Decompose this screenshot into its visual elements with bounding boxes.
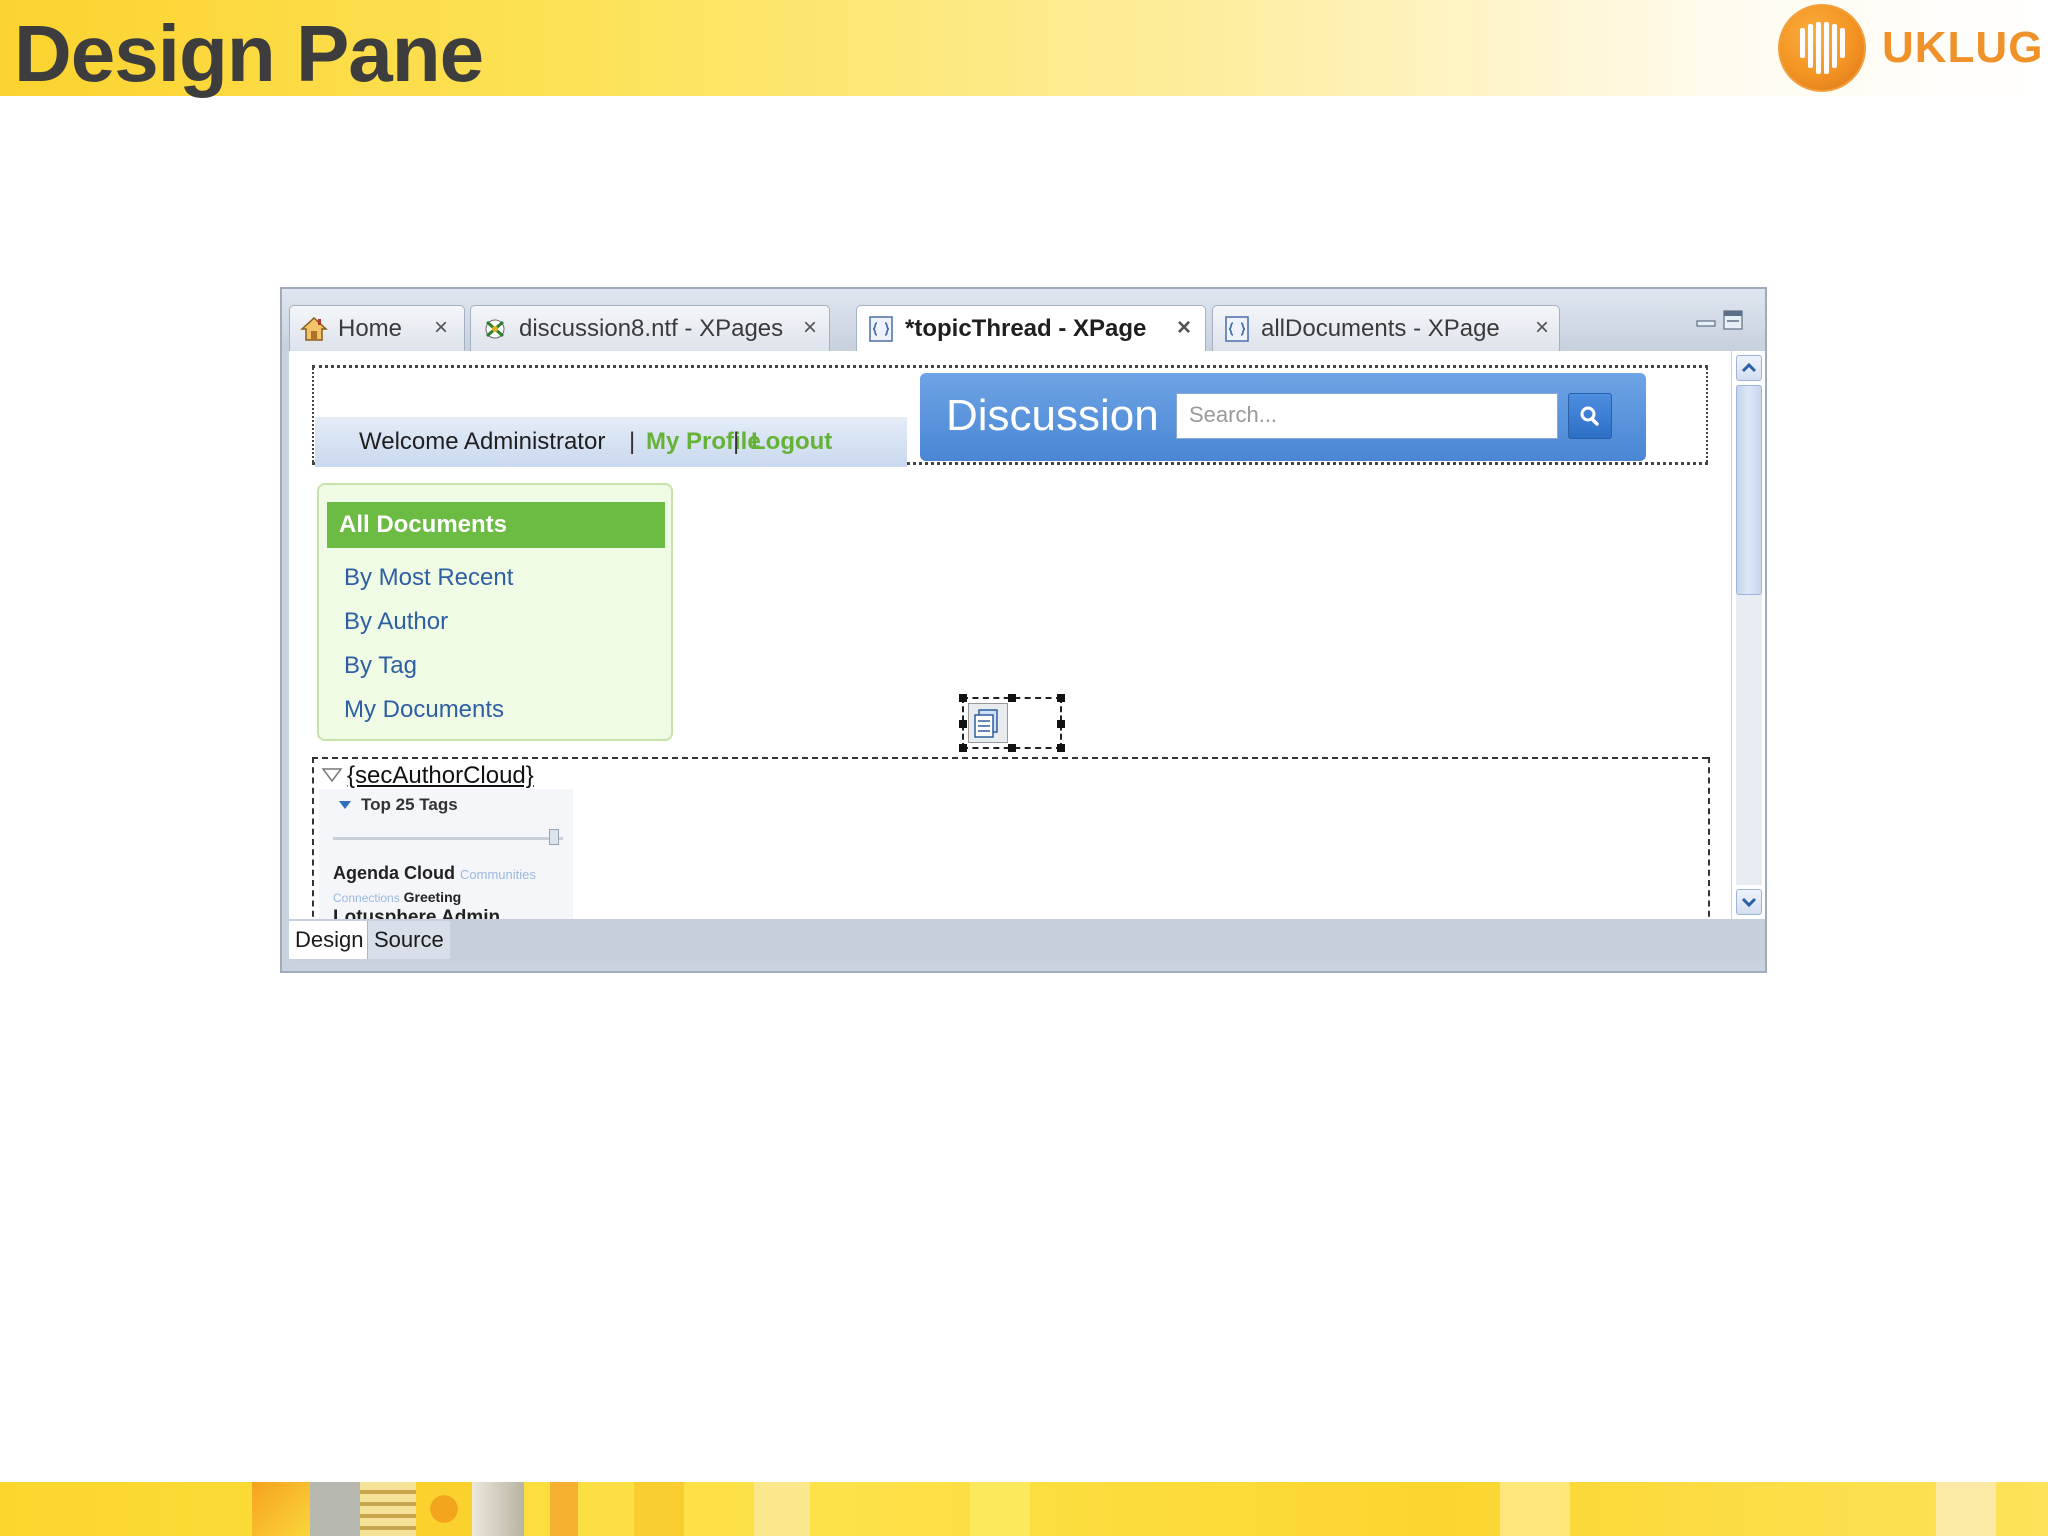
resize-handle[interactable] [1008, 744, 1016, 752]
tab-topic-thread[interactable]: *topicThread - XPage × [856, 305, 1206, 353]
maximize-icon[interactable] [1722, 309, 1744, 331]
decor-block [970, 1482, 1030, 1536]
navigation-panel: All Documents By Most Recent By Author B… [317, 483, 673, 741]
logout-link[interactable]: Logout [751, 417, 832, 467]
tab-label: Home [338, 315, 403, 342]
decor-block [360, 1482, 416, 1536]
design-canvas[interactable]: Welcome Administrator | My Profile | Log… [289, 351, 1731, 919]
section-border [312, 757, 314, 919]
resize-handle[interactable] [1057, 694, 1065, 702]
xpage-icon [1225, 316, 1249, 342]
section-border [312, 757, 1708, 759]
chevron-down-icon [1741, 897, 1757, 908]
logo-circle-icon [1778, 4, 1866, 92]
chevron-up-icon [1741, 362, 1757, 373]
decor-block [416, 1482, 472, 1536]
slide-header: Design Pane UKLUG [0, 0, 2048, 98]
section-author-cloud[interactable]: {secAuthorCloud} [321, 761, 534, 791]
xpages-editor-window: Home × discussion8.ntf - XPages × *topic… [280, 287, 1767, 973]
tag-line: Agenda Cloud Communities [333, 863, 536, 884]
tab-home[interactable]: Home × [289, 305, 465, 351]
tab-label: *topicThread - XPage [905, 315, 1147, 342]
search-button[interactable] [1568, 393, 1612, 439]
home-icon [300, 316, 328, 341]
tag-link[interactable]: Lotusphere Admin [333, 907, 500, 919]
scroll-up-button[interactable] [1736, 355, 1762, 381]
decor-block [472, 1482, 524, 1536]
minimize-icon[interactable] [1695, 309, 1717, 331]
close-icon[interactable]: × [799, 314, 821, 342]
tag-cloud-panel: Top 25 Tags Agenda Cloud Communities Con… [319, 789, 573, 919]
scroll-down-button[interactable] [1736, 889, 1762, 915]
decor-block [1500, 1482, 1570, 1536]
separator: | [629, 428, 636, 455]
resize-handle[interactable] [1008, 694, 1016, 702]
xpages-app-icon [485, 319, 505, 339]
welcome-bar: Welcome Administrator | My Profile | Log… [315, 417, 907, 467]
resize-handle[interactable] [1057, 744, 1065, 752]
nav-item-by-tag[interactable]: By Tag [344, 651, 417, 681]
separator: | [733, 428, 740, 455]
tag-slider-handle[interactable] [549, 829, 559, 845]
tab-design[interactable]: Design [289, 921, 370, 959]
tab-discussion-app[interactable]: discussion8.ntf - XPages × [470, 305, 830, 351]
search-icon [1580, 406, 1599, 426]
tab-source[interactable]: Source [367, 921, 450, 959]
decorative-footer-strip [0, 1482, 2048, 1536]
tag-link[interactable]: Greeting [404, 889, 462, 905]
decor-block [310, 1482, 360, 1536]
slide-title: Design Pane [14, 9, 484, 98]
search-input[interactable]: Search... [1176, 393, 1558, 439]
collapse-triangle-icon[interactable] [321, 767, 343, 783]
decor-block [1936, 1482, 1996, 1536]
discussion-banner: Discussion Search... [920, 373, 1646, 461]
tag-line: Connections Greeting [333, 889, 461, 905]
documents-icon [974, 709, 998, 738]
logo-text: UKLUG [1882, 23, 2044, 72]
decor-block [634, 1482, 684, 1536]
uklug-logo: UKLUG [1778, 4, 2044, 92]
decor-block [550, 1482, 578, 1536]
nav-item-by-most-recent[interactable]: By Most Recent [344, 563, 513, 593]
section-border [1708, 757, 1710, 919]
nav-item-my-documents[interactable]: My Documents [344, 695, 504, 725]
nav-item-all-documents[interactable]: All Documents [327, 502, 665, 548]
editor-mode-tabs: Design Source [289, 919, 1765, 961]
logo-bars-icon [1800, 22, 1845, 74]
tag-link[interactable]: Connections [333, 891, 400, 905]
scrollbar-thumb[interactable] [1736, 385, 1762, 595]
editor-tab-bar: Home × discussion8.ntf - XPages × *topic… [282, 289, 1765, 353]
nav-item-by-author[interactable]: By Author [344, 607, 448, 637]
close-icon[interactable]: × [1531, 314, 1553, 342]
resize-handle[interactable] [1057, 720, 1065, 728]
section-label: {secAuthorCloud} [347, 762, 534, 789]
tag-line: Lotusphere Admin [333, 907, 500, 919]
chevron-down-icon[interactable] [339, 801, 351, 809]
tab-all-documents[interactable]: allDocuments - XPage × [1212, 305, 1560, 351]
resize-handle[interactable] [959, 744, 967, 752]
view-control-icon [968, 703, 1008, 743]
tab-label: discussion8.ntf - XPages [519, 315, 784, 342]
resize-handle[interactable] [959, 720, 967, 728]
decor-block [754, 1482, 810, 1536]
resize-handle[interactable] [959, 694, 967, 702]
close-icon[interactable]: × [430, 314, 452, 342]
tab-label: allDocuments - XPage [1261, 315, 1500, 342]
selected-control[interactable] [959, 694, 1065, 752]
xpage-icon [869, 316, 893, 342]
tag-link[interactable]: Agenda Cloud [333, 863, 455, 883]
welcome-text: Welcome Administrator [359, 428, 606, 455]
my-profile-link[interactable]: My Profile [646, 417, 761, 467]
discussion-title: Discussion [946, 391, 1159, 440]
decor-block [252, 1482, 310, 1536]
tag-link[interactable]: Communities [460, 867, 536, 882]
vertical-scrollbar[interactable] [1732, 351, 1765, 919]
tag-cloud-heading: Top 25 Tags [361, 795, 458, 814]
tag-slider-track [333, 837, 563, 840]
close-icon[interactable]: × [1173, 314, 1195, 342]
